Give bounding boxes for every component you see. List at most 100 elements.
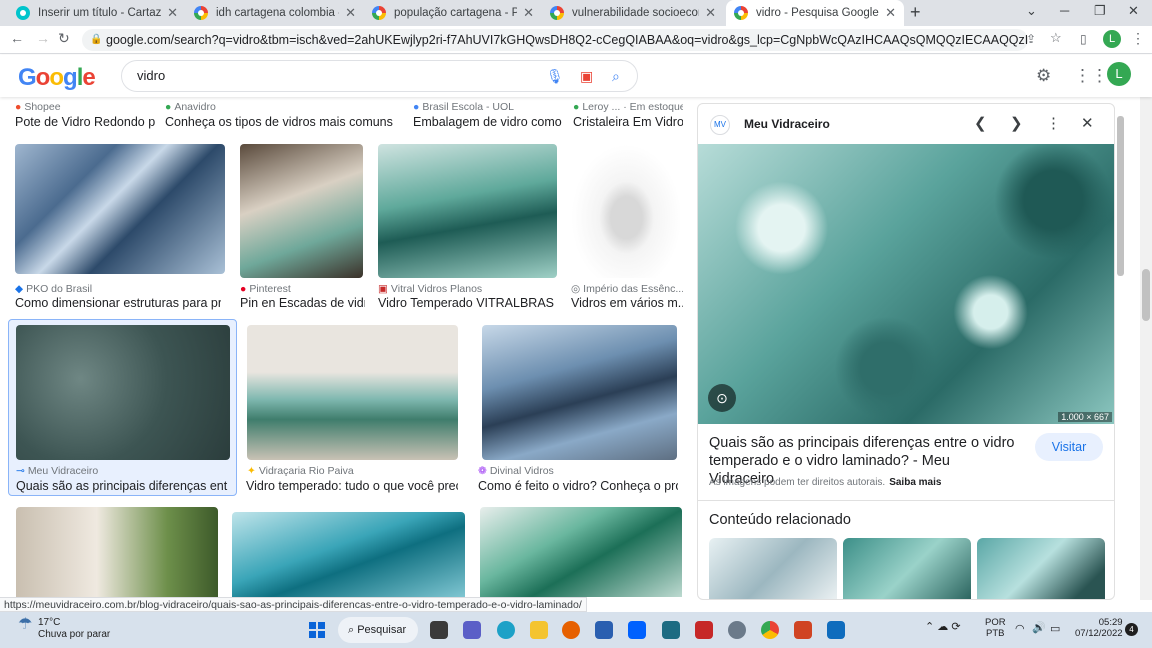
minimize-icon[interactable]: ─ [1060, 3, 1069, 18]
google-logo[interactable]: Google [18, 64, 96, 92]
tab-idh[interactable]: idh cartagena colombia - Pesquisa✕ [186, 0, 364, 26]
result-caption[interactable]: Pote de Vidro Redondo p... [15, 115, 155, 129]
chrome-icon[interactable] [761, 621, 779, 639]
close-tab-icon[interactable]: ✕ [345, 5, 356, 21]
edge-icon[interactable] [497, 621, 515, 639]
related-image[interactable] [709, 538, 837, 599]
tab-search-icon[interactable]: ⌄ [1026, 3, 1037, 19]
taskbar-search[interactable]: ⌕ Pesquisar [338, 617, 418, 643]
result-image-skylight[interactable] [16, 507, 218, 597]
mic-icon[interactable]: 🎙 [546, 61, 564, 91]
google-icon [372, 6, 386, 20]
settings-gear-icon[interactable]: ⚙ [1036, 66, 1051, 86]
google-icon [734, 6, 748, 20]
result-image-balcony[interactable] [247, 325, 458, 460]
result-image-glass-sheets[interactable] [378, 144, 557, 278]
more-options-icon[interactable]: ⋮ [1046, 114, 1061, 132]
lens-camera-icon[interactable]: ▣ [580, 61, 593, 91]
adobe-icon[interactable] [695, 621, 713, 639]
result-caption[interactable]: Vidros em vários m... [571, 296, 683, 310]
close-tab-icon[interactable]: ✕ [167, 5, 178, 21]
logo-letter: G [18, 64, 37, 91]
result-caption[interactable]: Conheça os tipos de vidros mais comuns n… [165, 115, 395, 129]
learn-more-link[interactable]: Saiba mais [889, 477, 941, 488]
result-caption[interactable]: Cristaleira Em Vidro... [573, 115, 683, 129]
result-caption[interactable]: Embalagem de vidro como ... [413, 115, 563, 129]
back-icon[interactable]: ← [10, 30, 24, 46]
result-image-glass-stack[interactable] [482, 325, 677, 460]
result-caption[interactable]: Vidro Temperado VITRALBRAS - ... [378, 296, 558, 310]
forward-icon[interactable]: → [36, 30, 50, 46]
side-panel-icon[interactable]: ▯ [1080, 32, 1087, 46]
google-header: Google vidro 🎙 ▣ ⌕ ⚙ ⋮⋮ L [0, 55, 1152, 97]
clock[interactable]: 05:29 07/12/2022 [1075, 617, 1123, 639]
search-input[interactable]: vidro 🎙 ▣ ⌕ [121, 60, 638, 92]
settings-app-icon[interactable] [728, 621, 746, 639]
logo-letter: e [82, 64, 95, 91]
result-source: ● Leroy ... · Em estoque [573, 101, 683, 113]
next-icon[interactable]: ❯ [1010, 114, 1023, 132]
app-icon[interactable] [662, 621, 680, 639]
battery-icon[interactable]: ▭ [1050, 622, 1060, 635]
tab-vulnerabilidade[interactable]: vulnerabilidade socioeconomica✕ [542, 0, 724, 26]
menu-kebab-icon[interactable]: ⋮ [1131, 30, 1145, 47]
close-tab-icon[interactable]: ✕ [885, 5, 896, 21]
result-caption[interactable]: Vidro temperado: tudo o que você precisa… [246, 479, 458, 493]
result-caption[interactable]: Quais são as principais diferenças entre… [16, 479, 228, 493]
result-image-glass-panels[interactable] [480, 507, 682, 597]
page-scrollbar-thumb[interactable] [1142, 269, 1150, 321]
search-icon[interactable]: ⌕ [612, 61, 620, 91]
wifi-icon[interactable]: ◠ [1015, 622, 1025, 635]
weather-widget[interactable]: ☂ 17°C Chuva por parar [18, 617, 110, 641]
logo-letter: o [35, 64, 51, 91]
result-image-stairs[interactable] [240, 144, 363, 278]
address-bar[interactable]: 🔒 google.com/search?q=vidro&tbm=isch&ved=… [82, 29, 1028, 51]
task-view-icon[interactable] [430, 621, 448, 639]
photos-icon[interactable] [827, 621, 845, 639]
system-tray[interactable]: ⌃ ☁ ⟳ [925, 620, 961, 633]
previous-icon[interactable]: ❮ [974, 114, 987, 132]
related-image[interactable] [843, 538, 971, 599]
store-icon[interactable] [595, 621, 613, 639]
restore-icon[interactable]: ❐ [1094, 3, 1106, 19]
share-icon[interactable]: ⇪ [1026, 32, 1036, 46]
result-caption[interactable]: Pin en Escadas de vidro [240, 296, 365, 310]
tab-cartaz[interactable]: Inserir um título - Cartaz A3 frente✕ [8, 0, 186, 26]
result-image-broken-glass[interactable] [16, 325, 230, 460]
related-image[interactable] [977, 538, 1105, 599]
tab-populacao[interactable]: população cartagena - Pesquisa G✕ [364, 0, 542, 26]
account-avatar[interactable]: L [1107, 62, 1131, 86]
tab-vidro[interactable]: vidro - Pesquisa Google ✕ [726, 0, 904, 26]
result-image-bottle[interactable] [571, 144, 682, 278]
result-caption[interactable]: Como dimensionar estruturas para projet.… [15, 296, 221, 310]
file-explorer-icon[interactable] [530, 621, 548, 639]
profile-avatar[interactable]: L [1103, 30, 1121, 48]
reload-icon[interactable]: ↻ [58, 30, 70, 47]
apps-grid-icon[interactable]: ⋮⋮ [1074, 66, 1108, 86]
dropbox-icon[interactable] [628, 621, 646, 639]
language-indicator[interactable]: POR PTB [985, 617, 1006, 639]
teams-icon[interactable] [463, 621, 481, 639]
new-tab-button[interactable]: + [910, 2, 921, 23]
powerpoint-icon[interactable] [794, 621, 812, 639]
result-caption[interactable]: Como é feito o vidro? Conheça o proce... [478, 479, 678, 493]
bookmark-star-icon[interactable]: ☆ [1050, 30, 1062, 46]
page-scrollbar[interactable] [1140, 97, 1152, 600]
lens-search-icon[interactable]: ⊙ [708, 384, 736, 412]
window-close-icon[interactable]: ✕ [1128, 3, 1139, 19]
visit-button[interactable]: Visitar [1035, 433, 1103, 461]
panel-scrollbar[interactable] [1116, 106, 1126, 598]
firefox-icon[interactable] [562, 621, 580, 639]
network-icon: ⟳ [951, 621, 961, 633]
panel-scrollbar-thumb[interactable] [1117, 116, 1124, 276]
panel-site-name[interactable]: Meu Vidraceiro [744, 117, 830, 131]
result-image-teal-glass[interactable] [232, 512, 465, 597]
result-image-building[interactable] [15, 144, 225, 274]
start-button[interactable] [309, 622, 325, 638]
volume-icon[interactable]: 🔊 [1032, 621, 1046, 634]
close-tab-icon[interactable]: ✕ [523, 5, 534, 21]
notification-badge[interactable]: 4 [1125, 623, 1138, 636]
preview-image[interactable]: ⊙ 1.000 × 667 [698, 144, 1114, 424]
close-tab-icon[interactable]: ✕ [705, 5, 716, 21]
close-panel-icon[interactable]: ✕ [1081, 114, 1094, 132]
